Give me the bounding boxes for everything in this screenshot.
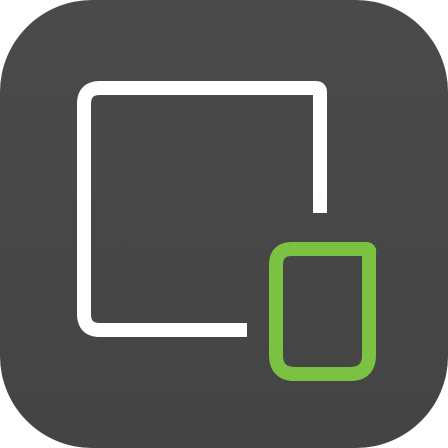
screen-and-phone-icon bbox=[0, 0, 448, 448]
icon-background bbox=[0, 0, 448, 448]
app-icon[interactable] bbox=[0, 0, 448, 448]
